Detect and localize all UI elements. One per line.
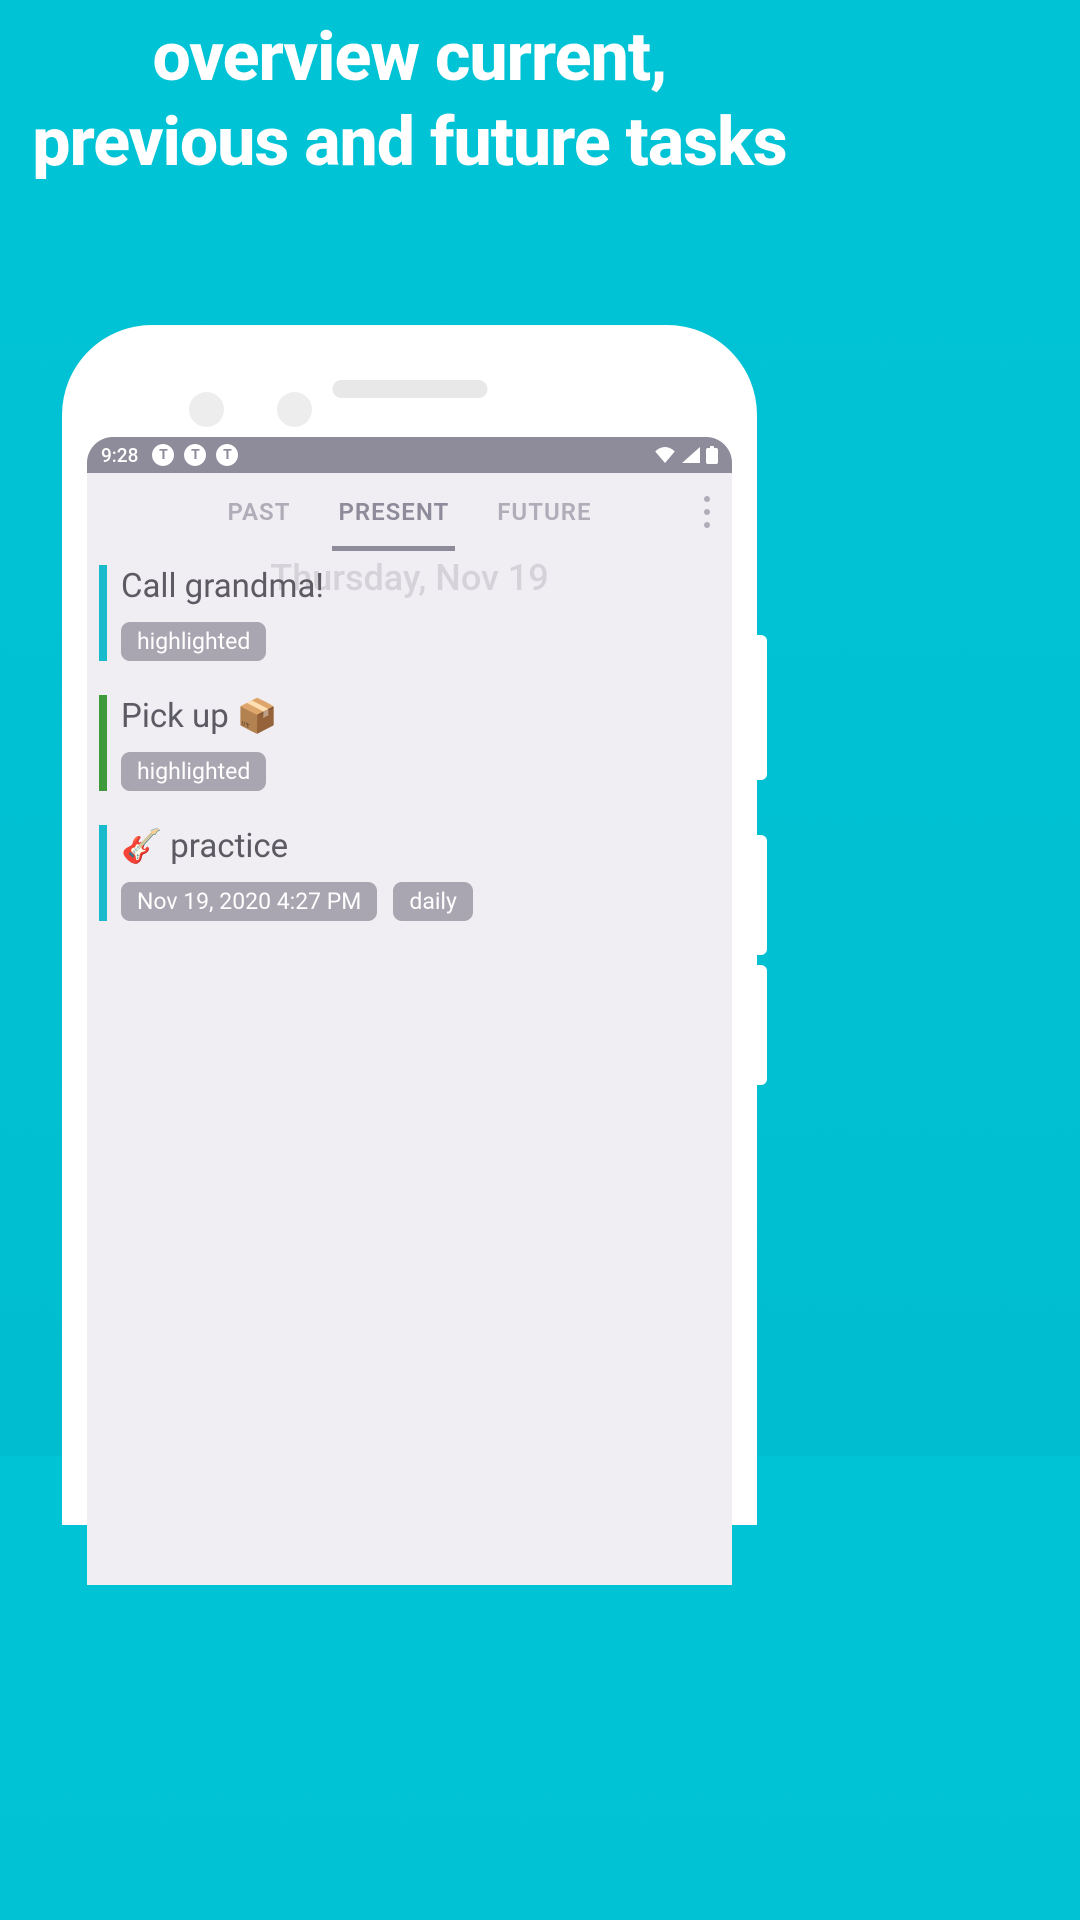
task-item[interactable]: Pick up 📦 highlighted <box>99 695 720 791</box>
wifi-icon <box>654 447 676 463</box>
task-item[interactable]: 🎸 practice Nov 19, 2020 4:27 PM daily <box>99 825 720 921</box>
notification-icon: T <box>216 444 238 466</box>
promo-title: overview current, previous and future ta… <box>0 0 819 185</box>
notification-icon: T <box>184 444 206 466</box>
phone-side-button <box>755 965 767 1085</box>
more-menu-icon[interactable] <box>682 496 732 528</box>
task-chip: highlighted <box>121 622 266 661</box>
tab-past[interactable]: PAST <box>228 473 291 551</box>
task-title: Pick up 📦 <box>121 697 278 736</box>
phone-side-button <box>755 635 767 780</box>
notification-icon: T <box>152 444 174 466</box>
tabs-row: PAST PRESENT FUTURE <box>87 473 732 551</box>
task-chip: Nov 19, 2020 4:27 PM <box>121 882 377 921</box>
task-title: Call grandma! <box>121 567 324 606</box>
task-chip: highlighted <box>121 752 266 791</box>
task-title: 🎸 practice <box>121 827 473 866</box>
phone-top-hardware <box>87 377 732 437</box>
status-bar: 9:28 T T T <box>87 437 732 473</box>
task-color-bar <box>99 695 107 791</box>
phone-camera-dot <box>189 392 224 427</box>
task-color-bar <box>99 565 107 661</box>
task-list: Call grandma! highlighted Pick up 📦 high… <box>87 565 732 921</box>
battery-icon <box>706 446 718 464</box>
phone-side-button <box>755 835 767 955</box>
phone-frame: 9:28 T T T PAST PRESENT FUTU <box>62 325 757 1525</box>
tabs: PAST PRESENT FUTURE <box>137 473 682 551</box>
tab-present[interactable]: PRESENT <box>338 473 449 551</box>
phone-sensor-dot <box>277 392 312 427</box>
phone-speaker <box>332 380 487 398</box>
phone-screen: 9:28 T T T PAST PRESENT FUTU <box>87 437 732 1585</box>
signal-icon <box>682 447 700 463</box>
tab-future[interactable]: FUTURE <box>497 473 591 551</box>
task-chip: daily <box>393 882 473 921</box>
task-color-bar <box>99 825 107 921</box>
status-time: 9:28 <box>101 444 138 467</box>
